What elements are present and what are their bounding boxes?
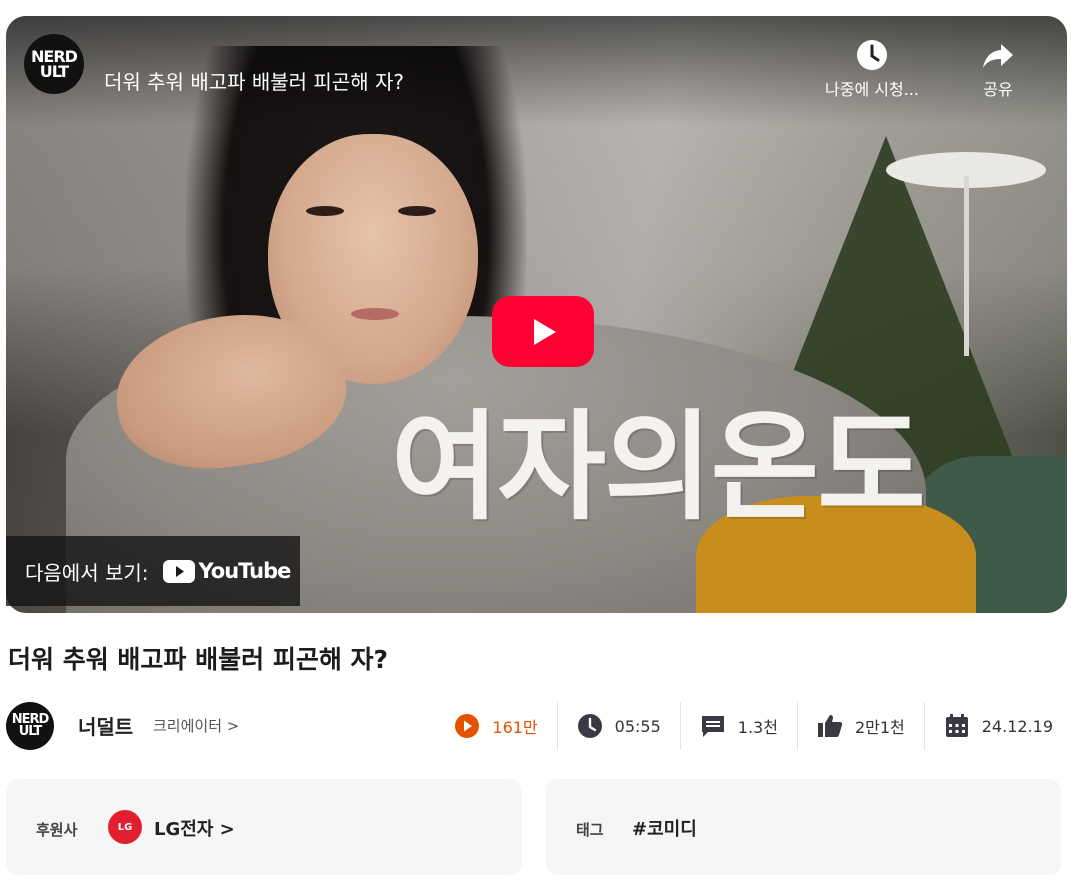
stat-likes: 2만1천 <box>796 702 924 750</box>
video-stats: 161만 05:55 1.3천 2만1천 24.12.19 <box>435 700 1072 752</box>
duration-value: 05:55 <box>614 716 661 736</box>
person-mouth <box>351 308 399 320</box>
likes-count: 2만1천 <box>854 718 905 737</box>
person-eye-right <box>398 206 436 216</box>
player-title[interactable]: 더워 추워 배고파 배불러 피곤해 자? <box>104 66 404 95</box>
avatar-line-2: ULT <box>18 724 43 739</box>
channel-avatar[interactable]: NERD ULT <box>6 702 54 750</box>
stat-date: 24.12.19 <box>923 702 1072 750</box>
video-title: 더워 추워 배고파 배불러 피곤해 자? <box>8 645 389 674</box>
comments-count: 1.3천 <box>737 718 778 737</box>
watch-on-youtube-button[interactable]: 다음에서 보기: YouTube <box>6 536 300 606</box>
lg-logo: LG <box>108 810 142 844</box>
video-player[interactable]: 여자의온도 NERD ULT 더워 추워 배고파 배불러 피곤해 자? 나중에 … <box>6 16 1067 613</box>
clock-icon <box>577 714 602 738</box>
floor-lamp-pole <box>964 176 969 356</box>
tag-comedy[interactable]: #코미디 <box>632 815 697 841</box>
upload-date: 24.12.19 <box>981 716 1053 736</box>
thumbnail-caption: 여자의온도 <box>391 398 926 536</box>
share-button[interactable]: 공유 <box>938 38 1058 100</box>
clock-icon <box>857 40 887 70</box>
channel-name[interactable]: 너덜트 <box>78 711 133 740</box>
youtube-logo: YouTube <box>162 559 292 583</box>
tags-key: 태그 <box>576 821 604 839</box>
lg-logo-text: LG <box>117 821 133 833</box>
sponsor-key: 후원사 <box>36 821 78 839</box>
comment-icon <box>701 716 724 737</box>
watch-on-label: 다음에서 보기: <box>25 560 149 585</box>
youtube-play-icon <box>162 559 195 583</box>
stat-views: 161만 <box>435 702 556 750</box>
watch-later-label: 나중에 시청... <box>825 80 919 99</box>
tags-card: 태그 #코미디 <box>546 779 1061 875</box>
share-label: 공유 <box>983 80 1013 99</box>
calendar-icon <box>945 714 968 737</box>
logo-line-2: ULT <box>39 62 69 81</box>
play-button[interactable] <box>492 296 594 367</box>
play-icon <box>534 318 556 345</box>
share-arrow-icon <box>983 44 1013 68</box>
youtube-wordmark: YouTube <box>198 559 292 583</box>
thumbs-up-icon <box>817 715 843 737</box>
stat-duration: 05:55 <box>556 702 680 750</box>
player-channel-logo[interactable]: NERD ULT <box>24 34 84 94</box>
play-circle-icon <box>455 714 480 738</box>
sponsor-card: 후원사 LG LG전자 > <box>6 779 522 875</box>
views-count: 161만 <box>492 718 538 737</box>
person-eye-left <box>306 206 344 216</box>
watch-later-button[interactable]: 나중에 시청... <box>812 38 932 100</box>
stat-comments: 1.3천 <box>679 702 797 750</box>
creator-link[interactable]: 크리에이터 > <box>153 715 239 736</box>
sponsor-link[interactable]: LG전자 > <box>154 815 235 841</box>
channel-row: NERD ULT 너덜트 크리에이터 > 161만 05:55 1.3천 2만1… <box>6 700 1072 752</box>
